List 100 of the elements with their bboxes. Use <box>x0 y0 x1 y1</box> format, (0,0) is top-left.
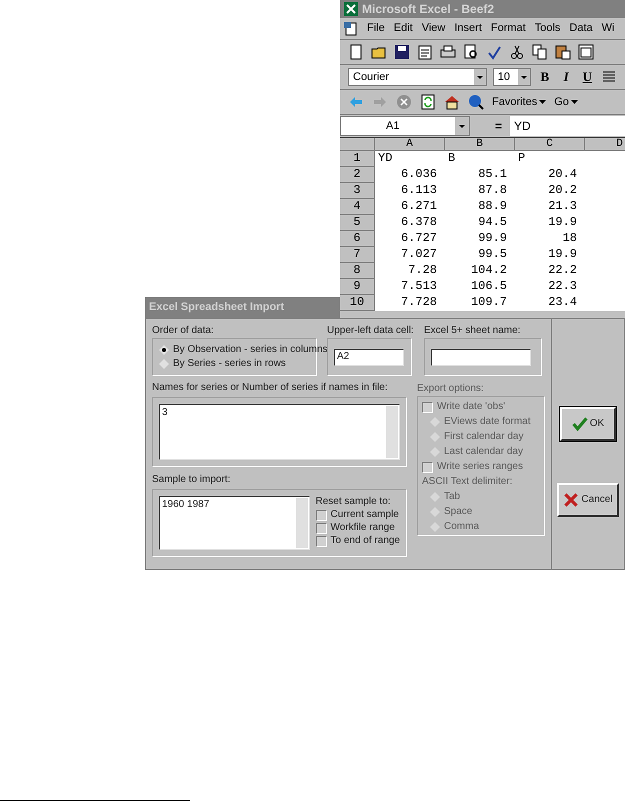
stop-icon[interactable] <box>396 94 412 110</box>
column-header[interactable]: D <box>585 138 625 151</box>
clipboard-icon[interactable] <box>417 44 433 60</box>
radio-label: Space <box>444 506 472 518</box>
table-cell-text: 87.8 <box>477 183 508 199</box>
table-cell-text: 19.9 <box>547 247 578 263</box>
checkbox[interactable] <box>316 510 326 520</box>
checkbox-label: Write series ranges <box>437 461 523 473</box>
scissors-icon[interactable] <box>509 44 525 60</box>
field-value: 3 <box>162 407 168 418</box>
menu-item[interactable]: Edit <box>394 20 413 37</box>
table-cell-text: B <box>447 151 456 167</box>
spreadsheet-icon[interactable] <box>344 2 358 16</box>
format-button[interactable]: U <box>580 67 596 87</box>
checkbox-label[interactable]: To end of range <box>330 535 400 547</box>
field-value: 1960 1987 <box>162 499 210 510</box>
table-cell-text: YD <box>377 151 394 167</box>
table-cell-text: 7.28 <box>407 263 438 279</box>
copy-icon[interactable] <box>532 44 548 60</box>
magnifier-icon[interactable] <box>463 44 479 60</box>
table-cell-text: 22.2 <box>547 263 578 279</box>
caret-icon <box>570 100 578 104</box>
group-label: ASCII Text delimiter: <box>422 476 512 488</box>
menu-item[interactable]: Tools <box>534 20 560 37</box>
menu-item[interactable]: File <box>367 20 385 37</box>
new-document-icon[interactable] <box>348 44 364 60</box>
row-header[interactable]: 3 <box>340 183 375 199</box>
scrollbar[interactable] <box>296 498 308 548</box>
row-header[interactable]: 8 <box>340 263 375 279</box>
font-size-combo[interactable]: 10 <box>492 68 532 86</box>
text-area[interactable]: 3 <box>159 404 400 460</box>
table-cell-text: 99.5 <box>477 247 508 263</box>
radio-label: EViews date format <box>444 416 531 428</box>
row-header[interactable]: 9 <box>340 279 375 295</box>
paste-icon[interactable] <box>555 44 571 60</box>
table-cell-text: 6.378 <box>400 215 438 231</box>
column-header[interactable]: C <box>515 138 585 151</box>
row-header[interactable]: 10 <box>340 295 375 311</box>
radio-button[interactable] <box>159 359 169 369</box>
table-cell-text: 20.4 <box>547 167 578 183</box>
table-cell-text: 22.3 <box>547 279 578 295</box>
globe-magnifier-icon[interactable] <box>468 94 484 110</box>
table-cell-text: 104.2 <box>470 263 508 279</box>
column-header[interactable]: B <box>445 138 515 151</box>
house-icon[interactable] <box>444 94 460 110</box>
table-cell-text: 23.4 <box>547 295 578 311</box>
field-label: Upper-left data cell: <box>327 324 412 338</box>
table-cell-text: 21.3 <box>547 199 578 215</box>
spelling-check-icon[interactable] <box>486 44 502 60</box>
menu-item[interactable]: Insert <box>454 20 482 37</box>
menu-item[interactable]: Data <box>569 20 593 37</box>
cell-reference: A1 <box>386 118 400 134</box>
table-cell-text: 7.728 <box>400 295 438 311</box>
cancel-button[interactable]: Cancel <box>557 483 619 517</box>
checkbox[interactable] <box>316 536 326 546</box>
table-cell-text: 99.9 <box>477 231 508 247</box>
table-cell-text: 7.027 <box>400 247 438 263</box>
document-icon[interactable] <box>344 22 358 36</box>
combo-value: 10 <box>498 70 510 85</box>
column-header[interactable]: A <box>375 138 445 151</box>
combo-value: Courier <box>353 70 390 85</box>
checkbox-label[interactable]: Current sample <box>330 509 399 521</box>
text-area[interactable]: 1960 1987 <box>159 496 310 550</box>
name-box[interactable]: A1 <box>340 116 470 136</box>
row-header[interactable]: 6 <box>340 231 375 247</box>
table-cell-text: 6.036 <box>400 167 438 183</box>
equals-sign: = <box>494 118 503 135</box>
printer-icon[interactable] <box>440 44 456 60</box>
input-field[interactable] <box>431 348 531 366</box>
scrollbar[interactable] <box>386 406 398 458</box>
row-header[interactable]: 5 <box>340 215 375 231</box>
row-header[interactable]: 1 <box>340 151 375 167</box>
format-button[interactable]: B <box>537 67 552 87</box>
input-field[interactable]: A2 <box>334 348 404 366</box>
row-header[interactable]: 4 <box>340 199 375 215</box>
radio-label[interactable]: By Series - series in rows <box>173 358 286 370</box>
table-cell-text: 6.271 <box>400 199 438 215</box>
radio-button[interactable] <box>159 345 169 355</box>
ok-button[interactable]: OK <box>560 407 616 441</box>
radio-label: Comma <box>444 521 480 533</box>
refresh-icon[interactable] <box>420 94 436 110</box>
field-label: Sample to import: <box>152 473 232 487</box>
menu-item[interactable]: View <box>422 20 446 37</box>
toolbar-menu-button[interactable]: Favorites <box>492 94 546 110</box>
toolbar-menu-button[interactable]: Go <box>554 94 578 110</box>
format-button[interactable]: I <box>558 67 574 87</box>
table-cell-text: 94.5 <box>477 215 508 231</box>
table-cell-text: 20.2 <box>547 183 578 199</box>
font-name-combo[interactable]: Courier <box>348 68 487 86</box>
radio-label[interactable]: By Observation - series in columns <box>173 344 328 356</box>
row-header[interactable]: 7 <box>340 247 375 263</box>
dialog-title: Excel Spreadsheet Import <box>149 300 284 316</box>
table-cell-text: 85.1 <box>477 167 508 183</box>
checkbox[interactable] <box>316 522 326 534</box>
menu-item[interactable]: Format <box>490 20 526 37</box>
menu-item[interactable]: Wi <box>602 20 614 37</box>
formula-field[interactable]: YD <box>510 116 625 136</box>
table-cell-text: 109.7 <box>470 295 508 311</box>
row-header[interactable]: 2 <box>340 167 375 183</box>
checkbox-label[interactable]: Workfile range <box>330 522 395 534</box>
